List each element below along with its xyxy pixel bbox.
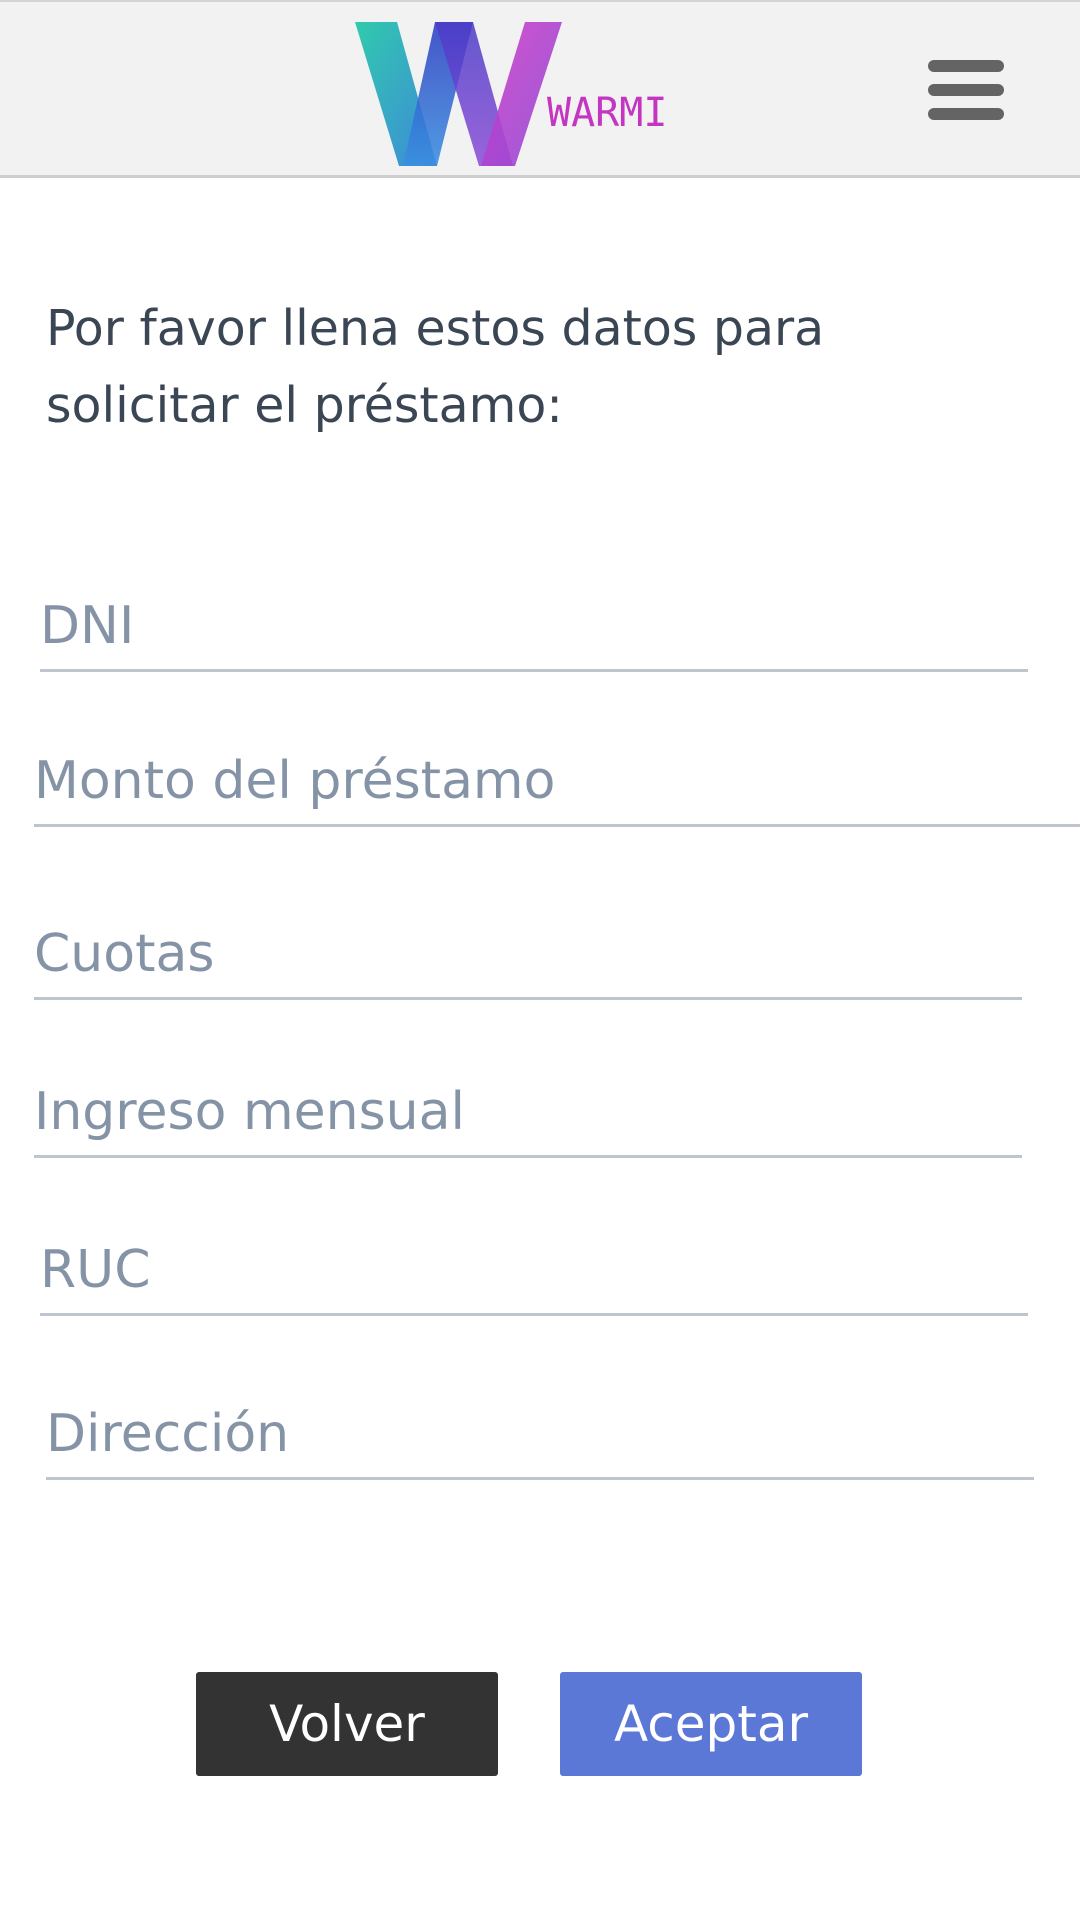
accept-button[interactable]: Aceptar: [560, 1672, 862, 1776]
warmi-logo[interactable]: WARMI: [355, 20, 685, 170]
installments-input[interactable]: [34, 910, 1022, 1000]
monthly-income-input[interactable]: [34, 1068, 1022, 1158]
address-input[interactable]: [46, 1390, 1034, 1480]
app-header: WARMI: [0, 0, 1080, 178]
logo-text: WARMI: [547, 90, 667, 136]
form-intro-text: Por favor llena estos datos para solicit…: [46, 300, 825, 434]
hamburger-menu-icon[interactable]: [920, 54, 1012, 126]
loan-amount-input[interactable]: [34, 737, 1080, 827]
dni-input[interactable]: [40, 582, 1028, 672]
back-button[interactable]: Volver: [196, 1672, 498, 1776]
ruc-input[interactable]: [40, 1226, 1028, 1316]
